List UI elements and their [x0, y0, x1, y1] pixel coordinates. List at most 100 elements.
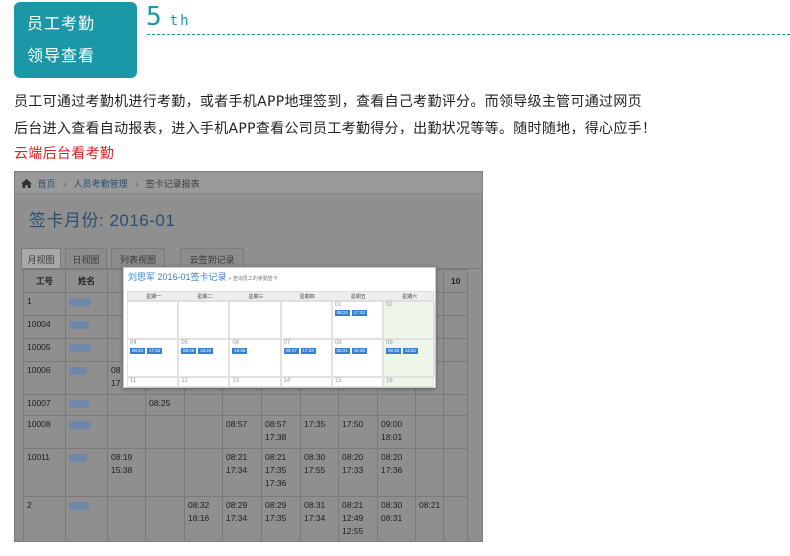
breadcrumb: 首页 › 人员考勤管理 › 签卡记录报表 — [15, 172, 482, 194]
employee-name[interactable] — [65, 448, 108, 497]
employee-name[interactable] — [65, 292, 108, 316]
tab-cloud-signin[interactable]: 云签到记录 — [180, 248, 244, 269]
attendance-cell — [377, 394, 416, 416]
section-badge: 员工考勤 领导查看 — [14, 2, 137, 78]
calendar-day-cell[interactable] — [127, 301, 179, 339]
calendar-day-cell[interactable]: 14 — [280, 377, 332, 387]
badge-line-1: 员工考勤 — [27, 14, 96, 33]
calendar-day-cell[interactable]: 05 08:25 18:26 — [178, 339, 230, 377]
name-redacted — [69, 366, 87, 375]
calendar-day-cell[interactable]: 06 18:06 — [229, 339, 281, 377]
attendance-cell — [145, 448, 185, 497]
weekday-label: 星期四 — [299, 294, 315, 300]
checkin-time-chip[interactable]: 08:17 — [283, 348, 299, 354]
day-number: 07 — [283, 340, 291, 346]
employee-name[interactable] — [65, 415, 108, 449]
tab-month-view[interactable]: 月视图 — [21, 248, 61, 269]
step-number: 5 — [146, 2, 162, 32]
attendance-cell: 09:00 18:01 — [377, 415, 416, 449]
checkin-time-chip[interactable]: 17:32 — [351, 310, 367, 316]
table-row: 10007 08:25 — [23, 394, 469, 416]
employee-id: 10005 — [23, 338, 66, 362]
column-header-name: 姓名 — [65, 269, 108, 293]
attendance-cell — [443, 496, 469, 541]
checkin-time-chip[interactable]: 18:39 — [351, 348, 367, 354]
day-number: 01 — [334, 302, 342, 308]
page-title: 签卡月份: 2016-01 — [29, 211, 176, 230]
employee-id: 10008 — [23, 415, 66, 449]
name-redacted — [69, 501, 89, 510]
employee-name[interactable] — [65, 361, 108, 395]
calendar-day-cell[interactable]: 08 08:21 18:39 — [331, 339, 383, 377]
home-icon[interactable] — [21, 179, 32, 188]
attendance-cell — [443, 448, 469, 497]
day-number: 11 — [130, 378, 137, 384]
calendar-day-cell[interactable]: 01 08:23 17:32 — [331, 301, 383, 339]
calendar-day-cell[interactable]: 10 — [434, 339, 435, 377]
attendance-cell: 08:21 17:35 17:36 — [261, 448, 301, 497]
checkin-time-chip[interactable]: 08:24 — [130, 348, 145, 354]
attendance-cell: 08:57 — [222, 415, 262, 449]
attendance-cell — [443, 415, 469, 449]
breadcrumb-separator-icon: › — [135, 179, 139, 189]
calendar-day-cell[interactable]: 15 — [331, 377, 383, 387]
attendance-screenshot: 首页 › 人员考勤管理 › 签卡记录报表 签卡月份: 2016-01 月视图 日… — [14, 171, 483, 542]
breadcrumb-separator-icon: › — [63, 179, 67, 189]
checkin-time-chip[interactable]: 08:21 — [334, 348, 350, 354]
employee-name[interactable] — [65, 496, 108, 541]
attendance-cell — [184, 415, 223, 449]
attendance-cell — [107, 415, 146, 449]
tab-list-view[interactable]: 列表视图 — [111, 248, 165, 269]
attendance-cell — [443, 315, 469, 339]
calendar-day-cell[interactable] — [280, 301, 332, 339]
weekday-label: 星期五 — [350, 294, 366, 300]
description-line-2: 后台进入查看自动报表，进入手机APP查看公司员工考勤得分，出勤状况等等。随时随地… — [14, 121, 657, 137]
name-redacted — [69, 420, 91, 429]
calendar-day-cell[interactable] — [178, 301, 230, 339]
attendance-cell: 08:21 12:49 12:55 17:33 — [338, 496, 378, 541]
employee-id: 2 — [23, 496, 66, 541]
checkin-time-chip[interactable]: 08:23 — [334, 310, 350, 316]
employee-name[interactable] — [65, 315, 108, 339]
calendar-day-cell[interactable]: 07 08:17 17:33 — [280, 339, 332, 377]
day-number: 14 — [283, 378, 291, 384]
name-redacted — [69, 297, 91, 306]
description-line-1: 员工可通过考勤机进行考勤，或者手机APP地理签到，查看自己考勤评分。而领导级主管… — [14, 94, 642, 110]
employee-name[interactable] — [65, 394, 108, 416]
employee-name[interactable] — [65, 338, 108, 362]
calendar-day-cell[interactable]: 13 — [229, 377, 281, 387]
calendar-day-cell[interactable]: 11 — [127, 377, 179, 387]
badge-line-2: 领导查看 — [27, 46, 96, 65]
employee-id: 10011 — [23, 448, 66, 497]
calendar-day-cell[interactable] — [229, 301, 281, 339]
attendance-cell — [338, 394, 378, 416]
attendance-cell — [414, 394, 445, 416]
checkin-time-chip[interactable]: 08:25 — [181, 348, 197, 354]
name-redacted — [69, 320, 89, 329]
cloud-backend-link[interactable]: 云端后台看考勤 — [14, 141, 114, 168]
checkin-time-chip[interactable]: 08:26 — [386, 348, 401, 354]
calendar-day-cell[interactable]: 02 — [383, 301, 435, 339]
attendance-cell — [107, 496, 146, 541]
weekday-label: 星期六 — [402, 294, 418, 300]
checkin-time-chip[interactable]: 18:06 — [232, 348, 248, 354]
day-number: 06 — [232, 340, 240, 346]
attendance-cell: 08:19 15:38 — [107, 448, 146, 497]
checkin-time-chip[interactable]: 12:51 — [403, 348, 418, 354]
calendar-day-cell[interactable]: 04 08:24 17:34 — [127, 339, 179, 377]
checkin-time-chip[interactable]: 18:26 — [198, 348, 214, 354]
attendance-cell: 08:30 08:31 — [377, 496, 416, 541]
checkin-time-chip[interactable]: 17:34 — [147, 348, 162, 354]
calendar-day-cell[interactable]: 16 — [383, 377, 435, 387]
tab-day-view[interactable]: 日视图 — [65, 248, 107, 269]
step-suffix: th — [169, 13, 191, 29]
breadcrumb-home[interactable]: 首页 — [38, 179, 56, 189]
attendance-cell — [145, 415, 185, 449]
calendar-day-cell[interactable]: 12 — [178, 377, 230, 387]
checkin-time-chip[interactable]: 17:33 — [300, 348, 316, 354]
calendar-day-cell[interactable]: 03 — [434, 301, 435, 339]
breadcrumb-attendance[interactable]: 人员考勤管理 — [74, 179, 128, 189]
calendar-day-cell[interactable]: 09 08:26 12:51 — [383, 339, 435, 377]
attendance-cell: 08:21 17:34 — [222, 448, 262, 497]
day-number: 13 — [232, 378, 240, 384]
